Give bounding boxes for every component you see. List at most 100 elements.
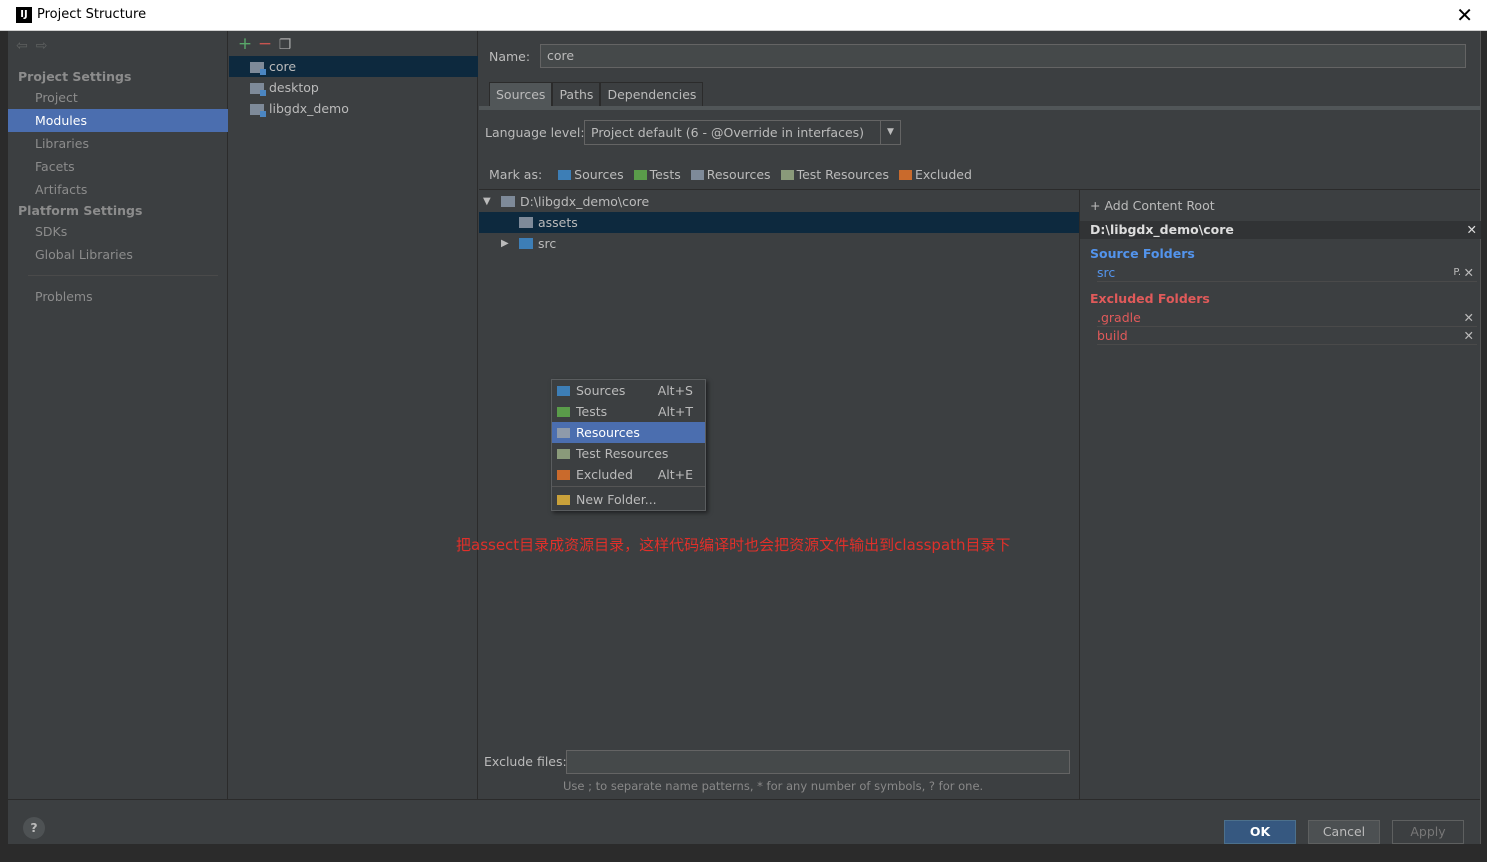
mark-excluded-button[interactable]: Excluded xyxy=(898,167,972,182)
remove-folder-icon[interactable]: ✕ xyxy=(1464,264,1474,282)
nav-section-platform-settings: Platform Settings xyxy=(18,203,143,218)
folder-icon xyxy=(501,196,515,207)
remove-icon[interactable]: − xyxy=(255,34,275,54)
module-list-panel: + − ❐ core desktop libgdx_demo xyxy=(229,31,478,799)
remove-folder-icon[interactable]: ✕ xyxy=(1464,327,1474,345)
folder-icon xyxy=(519,217,533,228)
menu-label: New Folder... xyxy=(576,492,657,507)
resources-folder-icon xyxy=(690,170,704,180)
window-title: Project Structure xyxy=(37,7,147,22)
tree-row-assets[interactable]: assets xyxy=(479,212,1079,233)
module-folder-icon xyxy=(250,83,266,96)
excluded-folder-icon xyxy=(557,470,570,480)
mark-resources-button[interactable]: Resources xyxy=(690,167,771,182)
remove-folder-icon[interactable]: ✕ xyxy=(1464,309,1474,327)
module-tabs: Sources Paths Dependencies xyxy=(489,82,704,106)
mark-sources-button[interactable]: Sources xyxy=(558,167,624,182)
source-folder-row: src P. ✕ xyxy=(1097,264,1477,282)
exclude-files-input[interactable] xyxy=(566,750,1070,774)
exclude-files-hint: Use ; to separate name patterns, * for a… xyxy=(563,779,984,793)
help-icon[interactable]: ? xyxy=(23,817,45,839)
menu-item-tests[interactable]: Tests Alt+T xyxy=(552,401,705,422)
module-row-desktop[interactable]: desktop xyxy=(229,77,478,98)
excluded-folder-row: build ✕ xyxy=(1097,327,1477,345)
expand-arrow-icon[interactable]: ▶ xyxy=(501,233,509,254)
plus-icon: + xyxy=(1090,198,1105,213)
nav-item-facets[interactable]: Facets xyxy=(8,155,228,178)
mark-label: Sources xyxy=(574,167,624,182)
intellij-icon: IJ xyxy=(16,7,32,23)
nav-divider xyxy=(28,275,218,276)
excluded-folders-title: Excluded Folders xyxy=(1090,291,1210,306)
nav-item-artifacts[interactable]: Artifacts xyxy=(8,178,228,201)
settings-nav: ⇦⇨ Project Settings Project Modules Libr… xyxy=(8,31,228,799)
forward-arrow-icon[interactable]: ⇨ xyxy=(36,38,56,54)
source-folder-icon xyxy=(519,238,533,249)
exclude-files-label: Exclude files: xyxy=(484,754,567,769)
module-toolbar: + − ❐ xyxy=(235,34,295,54)
properties-icon[interactable]: P. xyxy=(1453,264,1461,282)
menu-shortcut: Alt+E xyxy=(657,467,693,482)
nav-item-modules[interactable]: Modules xyxy=(8,109,228,132)
tree-row-root[interactable]: ▼ D:\libgdx_demo\core xyxy=(479,191,1079,212)
apply-button[interactable]: Apply xyxy=(1392,820,1464,844)
menu-label: Tests xyxy=(576,404,608,419)
module-label: core xyxy=(269,59,297,74)
nav-item-project[interactable]: Project xyxy=(8,86,228,109)
module-folder-icon xyxy=(250,62,266,75)
language-level-value: Project default (6 - @Override in interf… xyxy=(591,125,865,140)
language-level-select[interactable]: Project default (6 - @Override in interf… xyxy=(584,120,901,145)
module-row-core[interactable]: core xyxy=(229,56,478,77)
tree-row-src[interactable]: ▶ src xyxy=(479,233,1079,254)
remove-root-icon[interactable]: ✕ xyxy=(1467,221,1477,239)
ok-button[interactable]: OK xyxy=(1224,820,1296,844)
nav-item-problems[interactable]: Problems xyxy=(8,285,228,308)
close-icon[interactable]: ✕ xyxy=(1456,3,1473,27)
tests-folder-icon xyxy=(633,170,647,180)
mark-as-label: Mark as: xyxy=(489,167,543,182)
back-arrow-icon[interactable]: ⇦ xyxy=(16,38,36,54)
add-icon[interactable]: + xyxy=(235,34,255,54)
test-resources-folder-icon xyxy=(780,170,794,180)
cancel-button[interactable]: Cancel xyxy=(1308,820,1380,844)
tab-sources[interactable]: Sources xyxy=(489,82,553,106)
test-resources-folder-icon xyxy=(557,449,570,459)
menu-item-excluded[interactable]: Excluded Alt+E xyxy=(552,464,705,485)
tab-paths[interactable]: Paths xyxy=(552,82,601,106)
title-bar: IJ Project Structure ✕ xyxy=(0,0,1487,31)
dialog-footer: ? OK Cancel Apply xyxy=(8,799,1480,844)
menu-item-sources[interactable]: Sources Alt+S xyxy=(552,380,705,401)
mark-label: Test Resources xyxy=(796,167,889,182)
module-row-libgdx-demo[interactable]: libgdx_demo xyxy=(229,98,478,119)
collapse-arrow-icon[interactable]: ▼ xyxy=(483,191,491,212)
nav-item-sdks[interactable]: SDKs xyxy=(8,220,228,243)
nav-item-libraries[interactable]: Libraries xyxy=(8,132,228,155)
source-folders-title: Source Folders xyxy=(1090,246,1195,261)
menu-item-test-resources[interactable]: Test Resources xyxy=(552,443,705,464)
nav-item-global-libraries[interactable]: Global Libraries xyxy=(8,243,228,266)
nav-section-project-settings: Project Settings xyxy=(18,69,132,84)
dropdown-arrow-icon[interactable]: ▼ xyxy=(880,121,900,144)
tab-dependencies[interactable]: Dependencies xyxy=(600,82,704,106)
nav-arrows: ⇦⇨ xyxy=(16,38,55,54)
menu-item-resources[interactable]: Resources xyxy=(552,422,705,443)
new-folder-icon xyxy=(557,495,570,505)
annotation-text: 把assect目录成资源目录，这样代码编译时也会把资源文件输出到classpat… xyxy=(456,536,1011,554)
module-name-input[interactable]: core xyxy=(540,44,1466,68)
mark-label: Resources xyxy=(706,167,771,182)
menu-item-new-folder[interactable]: New Folder... xyxy=(552,489,705,510)
mark-tests-button[interactable]: Tests xyxy=(633,167,681,182)
excluded-folder-icon xyxy=(898,170,912,180)
excluded-folder-label: .gradle xyxy=(1097,310,1141,325)
copy-icon[interactable]: ❐ xyxy=(275,37,295,53)
mark-test-resources-button[interactable]: Test Resources xyxy=(780,167,889,182)
module-label: desktop xyxy=(269,80,319,95)
module-editor: Name: core Sources Paths Dependencies Lang… xyxy=(456,31,1481,799)
tree-item-label: src xyxy=(538,236,557,251)
content-root-header: D:\libgdx_demo\core ✕ xyxy=(1080,221,1481,239)
mark-label: Tests xyxy=(649,167,681,182)
excluded-folder-label: build xyxy=(1097,328,1128,343)
language-level-label: Language level: xyxy=(485,125,585,140)
add-content-root-button[interactable]: + Add Content Root xyxy=(1090,198,1215,213)
tree-item-label: assets xyxy=(538,215,578,230)
